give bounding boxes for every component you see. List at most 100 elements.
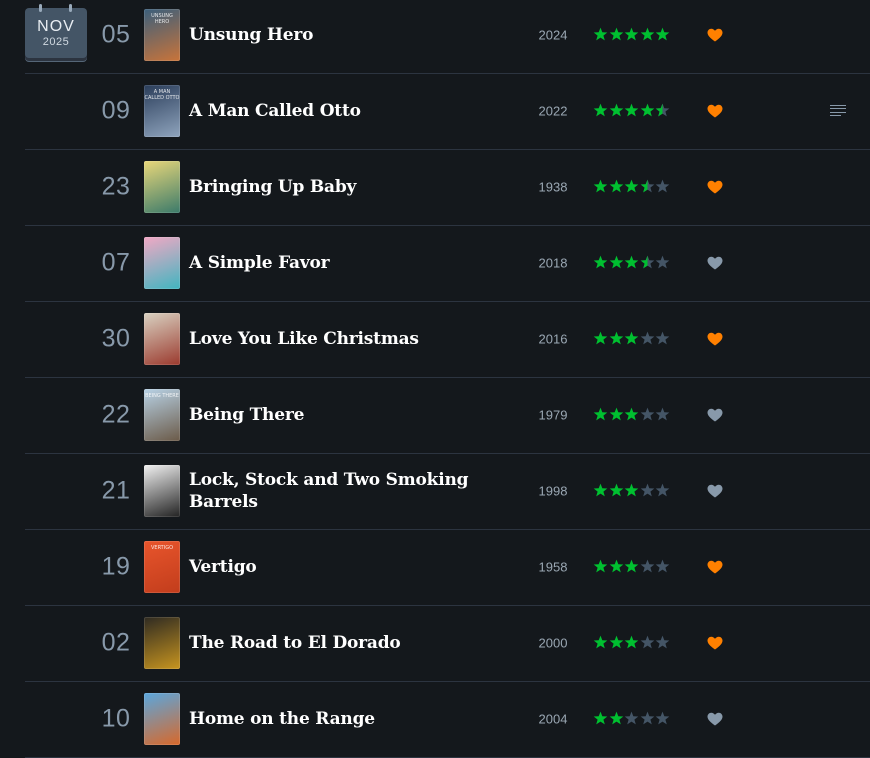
release-year[interactable]: 1998 — [530, 484, 576, 499]
heart-liked-icon[interactable] — [707, 104, 723, 118]
review-icon[interactable] — [830, 105, 846, 117]
film-title-link[interactable]: Lock, Stock and Two Smoking Barrels — [189, 469, 499, 513]
star-filled-icon — [609, 255, 623, 269]
film-title-link[interactable]: A Simple Favor — [189, 252, 499, 274]
diary-entry-row: 02 The Road to El Dorado 2000 — [25, 605, 870, 682]
star-filled-icon — [624, 179, 639, 193]
film-poster[interactable] — [144, 237, 180, 289]
film-title-link[interactable]: Being There — [189, 404, 499, 426]
heart-liked-icon[interactable] — [707, 560, 723, 574]
entry-day[interactable]: 05 — [91, 21, 141, 50]
film-poster[interactable] — [144, 617, 180, 669]
star-filled-icon — [593, 407, 608, 421]
star-empty-icon — [640, 331, 655, 345]
heart-icon[interactable] — [707, 484, 723, 498]
star-filled-icon — [624, 483, 639, 497]
film-title-link[interactable]: Home on the Range — [189, 708, 499, 730]
release-year[interactable]: 1938 — [530, 180, 576, 195]
entry-day[interactable]: 07 — [91, 249, 141, 278]
release-year[interactable]: 2000 — [530, 636, 576, 651]
film-poster[interactable]: BEING THERE — [144, 389, 180, 441]
diary-entry-row: 07 A Simple Favor 2018 — [25, 225, 870, 302]
star-filled-icon — [624, 407, 639, 421]
star-filled-icon — [593, 255, 608, 269]
star-filled-icon — [609, 635, 623, 649]
heart-icon[interactable] — [707, 256, 723, 270]
star-empty-icon — [656, 407, 670, 421]
star-filled-icon — [593, 711, 608, 725]
film-title-link[interactable]: Unsung Hero — [189, 24, 499, 46]
release-year[interactable]: 1979 — [530, 408, 576, 423]
star-half-icon — [656, 103, 670, 117]
entry-day[interactable]: 10 — [91, 705, 141, 734]
star-filled-icon — [593, 27, 608, 41]
heart-liked-icon[interactable] — [707, 28, 723, 42]
film-title-link[interactable]: A Man Called Otto — [189, 100, 499, 122]
heart-liked-icon[interactable] — [707, 636, 723, 650]
entry-day[interactable]: 09 — [91, 97, 141, 126]
star-rating[interactable] — [593, 331, 673, 347]
release-year[interactable]: 2018 — [530, 256, 576, 271]
diary-entry-row: 23 Bringing Up Baby 1938 — [25, 149, 870, 226]
star-empty-icon — [640, 483, 655, 497]
star-rating[interactable] — [593, 711, 673, 727]
release-year[interactable]: 2004 — [530, 712, 576, 727]
star-rating[interactable] — [593, 483, 673, 499]
star-empty-icon — [656, 179, 670, 193]
film-poster[interactable] — [144, 693, 180, 745]
star-empty-icon — [656, 635, 670, 649]
star-filled-icon — [609, 711, 623, 725]
heart-icon[interactable] — [707, 712, 723, 726]
heart-liked-icon[interactable] — [707, 180, 723, 194]
star-rating[interactable] — [593, 407, 673, 423]
film-title-link[interactable]: Love You Like Christmas — [189, 328, 499, 350]
star-filled-icon — [593, 103, 608, 117]
star-rating[interactable] — [593, 179, 673, 195]
star-empty-icon — [640, 407, 655, 421]
star-empty-icon — [640, 635, 655, 649]
star-rating[interactable] — [593, 255, 673, 271]
star-filled-icon — [624, 635, 639, 649]
star-rating[interactable] — [593, 27, 673, 43]
entry-day[interactable]: 21 — [91, 477, 141, 506]
heart-liked-icon[interactable] — [707, 332, 723, 346]
entry-day[interactable]: 22 — [91, 401, 141, 430]
film-title-link[interactable]: Bringing Up Baby — [189, 176, 499, 198]
star-empty-icon — [656, 483, 670, 497]
film-poster[interactable]: A MAN CALLED OTTO — [144, 85, 180, 137]
star-half-icon — [640, 255, 655, 269]
star-rating[interactable] — [593, 635, 673, 651]
star-empty-icon — [640, 711, 655, 725]
film-poster[interactable] — [144, 313, 180, 365]
heart-icon[interactable] — [707, 408, 723, 422]
entry-day[interactable]: 30 — [91, 325, 141, 354]
film-poster[interactable] — [144, 161, 180, 213]
star-filled-icon — [593, 635, 608, 649]
star-filled-icon — [609, 559, 623, 573]
star-rating[interactable] — [593, 103, 673, 119]
film-title-link[interactable]: Vertigo — [189, 556, 499, 578]
star-filled-icon — [609, 407, 623, 421]
release-year[interactable]: 2016 — [530, 332, 576, 347]
diary-entry-row: 21 Lock, Stock and Two Smoking Barrels 199… — [25, 453, 870, 530]
star-empty-icon — [624, 711, 639, 725]
release-year[interactable]: 2022 — [530, 104, 576, 119]
release-year[interactable]: 2024 — [530, 28, 576, 43]
star-filled-icon — [624, 103, 639, 117]
entry-day[interactable]: 02 — [91, 629, 141, 658]
star-filled-icon — [609, 483, 623, 497]
review-icon-line — [830, 115, 841, 117]
entry-day[interactable]: 19 — [91, 553, 141, 582]
release-year[interactable]: 1958 — [530, 560, 576, 575]
film-poster[interactable]: UNSUNG HERO — [144, 9, 180, 61]
film-poster[interactable] — [144, 465, 180, 517]
star-filled-icon — [640, 27, 655, 41]
star-filled-icon — [593, 179, 608, 193]
film-poster[interactable]: VERTIGO — [144, 541, 180, 593]
review-icon-line — [830, 108, 846, 110]
star-rating[interactable] — [593, 559, 673, 575]
diary-entry-row: 10 Home on the Range 2004 — [25, 681, 870, 758]
film-title-link[interactable]: The Road to El Dorado — [189, 632, 499, 654]
entry-day[interactable]: 23 — [91, 173, 141, 202]
star-filled-icon — [609, 331, 623, 345]
